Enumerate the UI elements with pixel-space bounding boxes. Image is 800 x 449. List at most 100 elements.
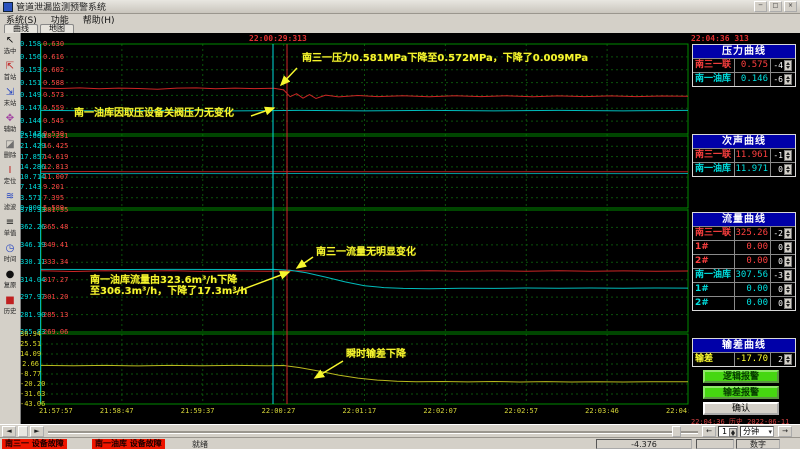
toolbar-button-history[interactable]: ■历史 [0, 295, 20, 321]
left-toolbar: ↖选中⇱首站⇲末站✥辅助◪删除Ι定位≋滤波≡单值◷时间●复原■历史 [0, 33, 21, 424]
axis-tick-label: -43.06 [20, 401, 39, 408]
time-axis-label: 21:59:37 [181, 407, 215, 415]
step-forward-icon[interactable]: ► [30, 426, 44, 437]
curve-row: 南三一联0.575-4 [693, 58, 795, 72]
interval-unit-select[interactable]: 分钟 [740, 426, 774, 437]
window-controls: ─ □ × [754, 1, 800, 12]
tab-curve[interactable]: 曲线 [4, 24, 38, 33]
axis-tick-label: 285.13 [43, 312, 68, 319]
time-axis-label: 22:00:27 [262, 407, 296, 415]
time-slider-thumb[interactable] [672, 426, 681, 437]
axis-tick-label: 349.41 [43, 242, 68, 249]
logic-alarm-button[interactable]: 逻辑报警 [703, 370, 779, 383]
time-axis-label: 22:03:46 [585, 407, 619, 415]
close-icon[interactable]: × [784, 1, 797, 12]
alarm-badge-nansanyi[interactable]: 南三一 设备故障 [2, 439, 67, 449]
interval-spin-icon[interactable] [729, 428, 737, 437]
time-axis-label: 22:01:17 [343, 407, 377, 415]
axis-tick-label: 378.33 [20, 207, 39, 214]
interval-stepper[interactable]: 1 [718, 426, 738, 437]
toolbar-button-locate[interactable]: Ι定位 [0, 165, 20, 191]
diff-alarm-button[interactable]: 输差报警 [703, 386, 779, 399]
maximize-icon[interactable]: □ [769, 1, 782, 12]
axis-tick-label: 7.143 [20, 184, 39, 191]
offset-spinner[interactable] [784, 298, 792, 309]
curve-label: 1# [693, 283, 735, 296]
toolbar-label: 末站 [4, 99, 17, 106]
axis-tick-label: 0.153 [20, 67, 39, 74]
cursor-timestamp: 22:00:29:313 [249, 34, 307, 43]
toolbar-button-end-station[interactable]: ⇲末站 [0, 87, 20, 113]
chart-area [0, 33, 800, 424]
axis-tick-label: 7.395 [43, 195, 64, 202]
curve-table-title: 流量曲线 [693, 213, 795, 226]
curve-offset: -4 [771, 59, 784, 72]
offset-spinner[interactable] [784, 354, 792, 365]
annotation-pressure-drop: 南三一压力0.581MPa下降至0.572MPa，下降了0.009MPa [302, 53, 588, 64]
curve-offset: 0 [771, 255, 784, 268]
axis-tick-label: 0.602 [43, 67, 64, 74]
offset-spinner[interactable] [784, 74, 792, 85]
step-back-icon[interactable]: ◄ [2, 426, 16, 437]
interval-value: 1 [722, 427, 727, 436]
offset-spinner[interactable] [784, 228, 792, 239]
offset-spinner[interactable] [784, 164, 792, 175]
toolbar-label: 时间 [4, 255, 17, 262]
first-station-icon: ⇱ [6, 61, 14, 73]
curve-label: 2# [693, 297, 735, 310]
curve-label: 南一油库 [693, 163, 735, 176]
axis-tick-label: 0.573 [43, 92, 64, 99]
time-slider-track[interactable] [48, 431, 698, 434]
toolbar-button-clock[interactable]: ◷时间 [0, 243, 20, 269]
axis-tick-label: 0.588 [43, 80, 64, 87]
auxiliary-icon: ✥ [6, 113, 14, 125]
curve-label: 南三一联 [693, 149, 735, 162]
axis-tick-label: 0.156 [20, 54, 39, 61]
alarm-badge-nanyi[interactable]: 南一油库 设备故障 [92, 439, 165, 449]
curve-value: 0.575 [735, 59, 771, 72]
toolbar-button-auxiliary[interactable]: ✥辅助 [0, 113, 20, 139]
axis-tick-label: 0.149 [20, 92, 39, 99]
toolbar-button-first-station[interactable]: ⇱首站 [0, 61, 20, 87]
minimize-icon[interactable]: ─ [754, 1, 767, 12]
axis-tick-label: 281.90 [20, 312, 39, 319]
toolbar-button-filter[interactable]: ≋滤波 [0, 191, 20, 217]
app-window: 管道泄漏监测预警系统 ─ □ × 系统(S) 功能 帮助(H) 曲线 地图 ↖选… [0, 0, 800, 449]
time-axis-label: 22:02:07 [423, 407, 457, 415]
annotation-diff-drop: 瞬时输差下降 [346, 349, 406, 360]
offset-spinner[interactable] [784, 270, 792, 281]
offset-spinner[interactable] [784, 284, 792, 295]
curve-table-3: 流量曲线南三一联325.26-21#0.0002#0.000南一油库307.56… [692, 212, 796, 311]
toolbar-label: 历史 [4, 307, 17, 314]
axis-tick-label: -20.20 [20, 381, 39, 388]
history-icon: ■ [5, 295, 14, 307]
axis-tick-label: 14.619 [43, 154, 68, 161]
offset-spinner[interactable] [784, 242, 792, 253]
curve-value: 307.56 [735, 269, 771, 282]
offset-spinner[interactable] [784, 256, 792, 267]
offset-spinner[interactable] [784, 60, 792, 71]
curve-row: 南三一联325.26-2 [693, 226, 795, 240]
toolbar-button-cursor[interactable]: ↖选中 [0, 35, 20, 61]
toolbar-button-eraser[interactable]: ◪删除 [0, 139, 20, 165]
toolbar-button-single-value[interactable]: ≡单值 [0, 217, 20, 243]
axis-tick-label: 36.94 [20, 331, 39, 338]
curve-row: 2#0.000 [693, 296, 795, 310]
curve-table-4: 输差曲线输差-17.702 [692, 338, 796, 367]
window-title: 管道泄漏监测预警系统 [16, 0, 106, 13]
tab-map[interactable]: 地图 [40, 24, 74, 33]
curve-label: 南一油库 [693, 73, 735, 86]
confirm-button[interactable]: 确认 [703, 402, 779, 415]
title-bar: 管道泄漏监测预警系统 ─ □ × [0, 0, 800, 14]
toolbar-button-restore[interactable]: ●复原 [0, 269, 20, 295]
curve-offset: -2 [771, 227, 784, 240]
axis-tick-label: -8.77 [20, 371, 39, 378]
axis-tick-label: 362.26 [20, 224, 39, 231]
pan-right-icon[interactable]: → [778, 426, 792, 437]
curve-label: 南一油库 [693, 269, 735, 282]
locate-icon: Ι [9, 165, 12, 177]
toolbar-label: 复原 [4, 281, 17, 288]
pan-left-icon[interactable]: ← [702, 426, 716, 437]
offset-spinner[interactable] [784, 150, 792, 161]
axis-tick-label: 25.51 [20, 341, 39, 348]
